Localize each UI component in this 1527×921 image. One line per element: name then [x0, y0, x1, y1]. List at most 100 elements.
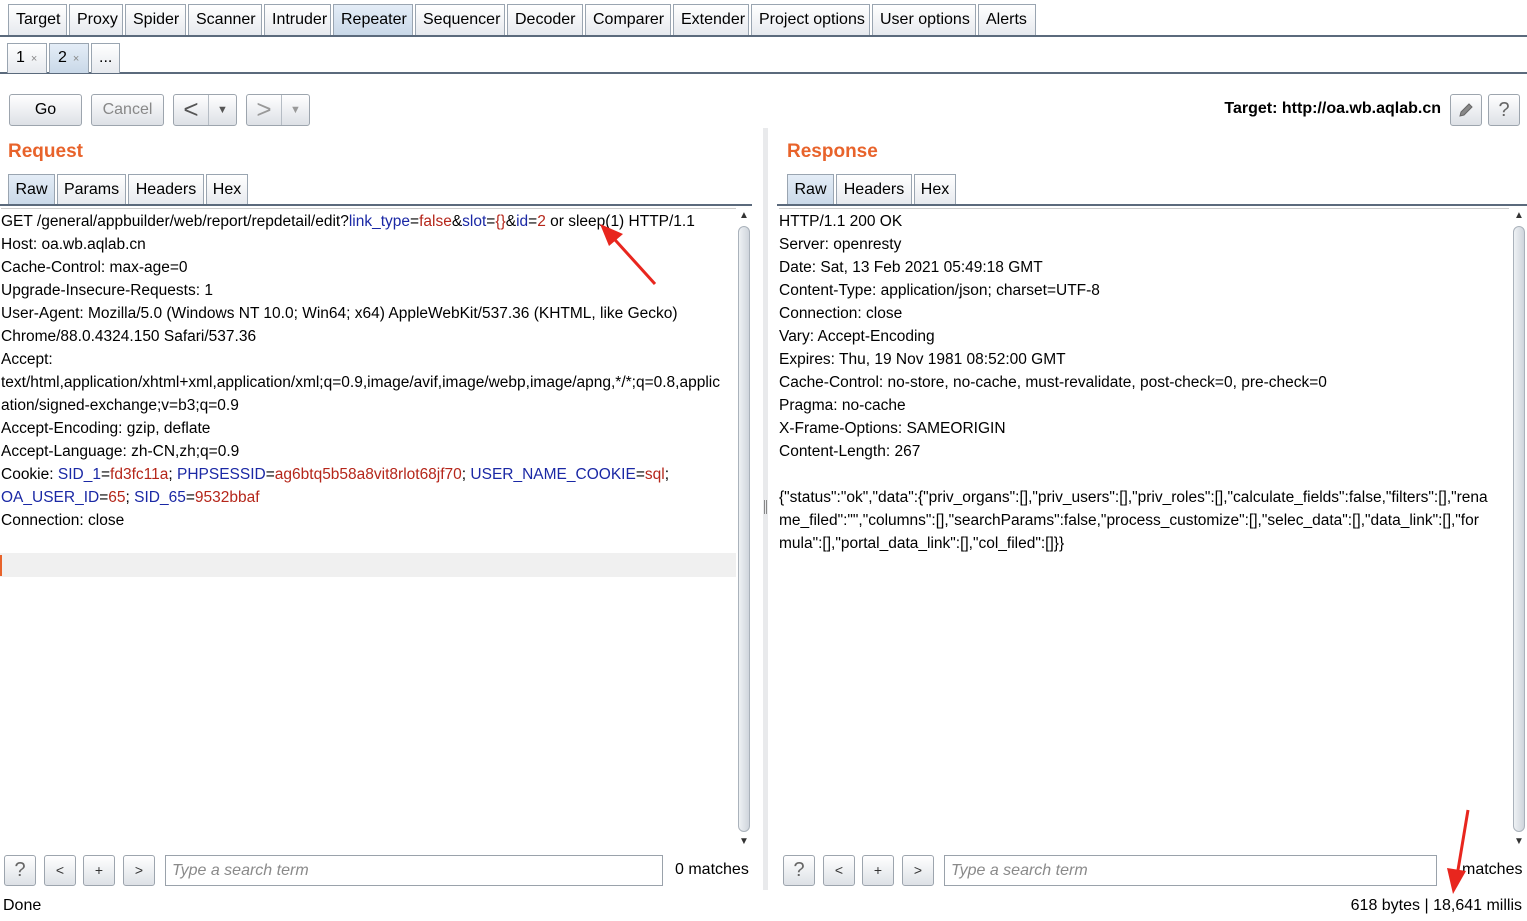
- request-token: id: [516, 213, 529, 230]
- chevron-down-icon[interactable]: ▼: [208, 95, 236, 125]
- request-match-count: 0 matches: [675, 861, 749, 878]
- request-search-help-button[interactable]: ?: [4, 855, 36, 886]
- response-line: [779, 463, 1509, 486]
- response-tab-headers[interactable]: Headers: [836, 174, 912, 205]
- request-token: Accept:: [1, 351, 53, 368]
- response-search-add-button[interactable]: +: [862, 855, 894, 886]
- request-token: User-Agent: Mozilla/5.0 (Windows NT 10.0…: [1, 305, 678, 322]
- scroll-up-icon[interactable]: ▲: [736, 208, 752, 224]
- response-line: me_filed":"","columns":[],"searchParams"…: [779, 512, 1479, 529]
- back-button[interactable]: < ▼: [173, 94, 237, 126]
- repeater-tab-1[interactable]: 1 ×: [7, 43, 47, 73]
- response-search-input[interactable]: [944, 855, 1437, 886]
- close-icon[interactable]: ×: [31, 53, 37, 65]
- request-token: Chrome/88.0.4324.150 Safari/537.36: [1, 328, 257, 345]
- repeater-tab-2[interactable]: 2 ×: [49, 43, 89, 73]
- request-token: false: [419, 213, 452, 230]
- edit-target-button[interactable]: [1450, 94, 1482, 126]
- tab-proxy[interactable]: Proxy: [69, 4, 123, 35]
- response-line: HTTP/1.1 200 OK: [779, 213, 903, 230]
- request-token: =: [528, 213, 538, 230]
- tab-extender[interactable]: Extender: [673, 4, 749, 35]
- chevron-right-icon: >: [256, 94, 272, 124]
- forward-button[interactable]: > ▼: [246, 94, 310, 126]
- request-line: ation/signed-exchange;v=b3;q=0.9: [1, 394, 737, 417]
- request-scrollbar[interactable]: ▲ ▼: [736, 208, 752, 850]
- cancel-button[interactable]: Cancel: [91, 94, 164, 126]
- request-line: Chrome/88.0.4324.150 Safari/537.36: [1, 325, 737, 348]
- response-match-count: matches: [1462, 861, 1523, 878]
- tab-intruder[interactable]: Intruder: [264, 4, 331, 35]
- tab-sequencer[interactable]: Sequencer: [415, 4, 505, 35]
- request-tab-params[interactable]: Params: [57, 174, 126, 205]
- request-line: OA_USER_ID=65; SID_65=9532bbaf: [1, 486, 737, 509]
- request-token: =: [99, 489, 109, 506]
- request-token: =: [265, 466, 275, 483]
- response-tab-raw[interactable]: Raw: [787, 174, 834, 205]
- response-search-help-button[interactable]: ?: [783, 855, 815, 886]
- response-line: Content-Length: 267: [779, 443, 921, 460]
- request-token: link_type: [348, 213, 411, 230]
- response-search-prev-button[interactable]: <: [823, 855, 855, 886]
- request-token: 65: [108, 489, 126, 506]
- tab-user-options[interactable]: User options: [872, 4, 976, 35]
- tab-project-options[interactable]: Project options: [751, 4, 870, 35]
- status-text: Done: [3, 897, 42, 914]
- pencil-icon: [1459, 103, 1473, 117]
- tab-repeater[interactable]: Repeater: [333, 4, 413, 35]
- pane-divider[interactable]: [763, 128, 768, 890]
- request-editor[interactable]: GET /general/appbuilder/web/report/repde…: [1, 208, 737, 850]
- response-tab-underline: [777, 204, 1527, 206]
- response-line: Content-Type: application/json; charset=…: [779, 282, 1100, 299]
- tab-alerts[interactable]: Alerts: [978, 4, 1036, 35]
- response-line: Cache-Control: no-store, no-cache, must-…: [779, 374, 1327, 391]
- response-tab-hex[interactable]: Hex: [914, 174, 956, 205]
- chevron-down-icon[interactable]: ▼: [281, 95, 309, 125]
- response-line: {"status":"ok","data":{"priv_organs":[],…: [779, 489, 1488, 506]
- chevron-left-icon: <: [183, 94, 199, 124]
- request-token: =: [635, 466, 645, 483]
- request-token: text/html,application/xhtml+xml,applicat…: [1, 374, 720, 391]
- response-line: mula":[],"portal_data_link":[],"col_file…: [779, 535, 1065, 552]
- response-line: Vary: Accept-Encoding: [779, 328, 935, 345]
- request-token: sql: [644, 466, 665, 483]
- request-token: USER_NAME_COOKIE: [470, 466, 636, 483]
- request-line: User-Agent: Mozilla/5.0 (Windows NT 10.0…: [1, 302, 737, 325]
- go-button[interactable]: Go: [9, 94, 82, 126]
- request-line: text/html,application/xhtml+xml,applicat…: [1, 371, 737, 394]
- tab-scanner[interactable]: Scanner: [188, 4, 262, 35]
- scrollbar-thumb[interactable]: [1513, 226, 1525, 832]
- request-tab-underline: [0, 204, 752, 206]
- help-button[interactable]: ?: [1488, 94, 1520, 126]
- response-line: Pragma: no-cache: [779, 397, 906, 414]
- response-scrollbar[interactable]: ▲ ▼: [1511, 208, 1527, 850]
- request-token: Host: oa.wb.aqlab.cn: [1, 236, 146, 253]
- request-token: Accept-Language: zh-CN,zh;q=0.9: [1, 443, 240, 460]
- request-search-input[interactable]: [165, 855, 663, 886]
- request-token: SID_65: [134, 489, 186, 506]
- scroll-down-icon[interactable]: ▼: [736, 834, 752, 850]
- request-token: SID_1: [57, 466, 101, 483]
- response-search-next-button[interactable]: >: [902, 855, 934, 886]
- tab-target[interactable]: Target: [8, 4, 67, 35]
- request-token: Cookie:: [1, 466, 58, 483]
- response-editor[interactable]: HTTP/1.1 200 OK Server: openresty Date: Sa…: [779, 208, 1509, 850]
- response-line: Connection: close: [779, 305, 903, 322]
- close-icon[interactable]: ×: [73, 53, 79, 65]
- scroll-down-icon[interactable]: ▼: [1511, 834, 1527, 850]
- request-tab-headers[interactable]: Headers: [128, 174, 204, 205]
- request-line: Accept-Encoding: gzip, deflate: [1, 417, 737, 440]
- new-repeater-tab[interactable]: ...: [91, 43, 120, 73]
- request-search-prev-button[interactable]: <: [44, 855, 76, 886]
- request-token: &: [451, 213, 463, 230]
- scrollbar-thumb[interactable]: [738, 226, 750, 832]
- request-tab-hex[interactable]: Hex: [206, 174, 248, 205]
- scroll-up-icon[interactable]: ▲: [1511, 208, 1527, 224]
- tab-decoder[interactable]: Decoder: [507, 4, 583, 35]
- tab-comparer[interactable]: Comparer: [585, 4, 671, 35]
- request-tab-raw[interactable]: Raw: [8, 174, 55, 205]
- request-search-next-button[interactable]: >: [123, 855, 155, 886]
- target-label: Target: http://oa.wb.aqlab.cn: [1224, 100, 1441, 117]
- request-search-add-button[interactable]: +: [83, 855, 115, 886]
- tab-spider[interactable]: Spider: [125, 4, 186, 35]
